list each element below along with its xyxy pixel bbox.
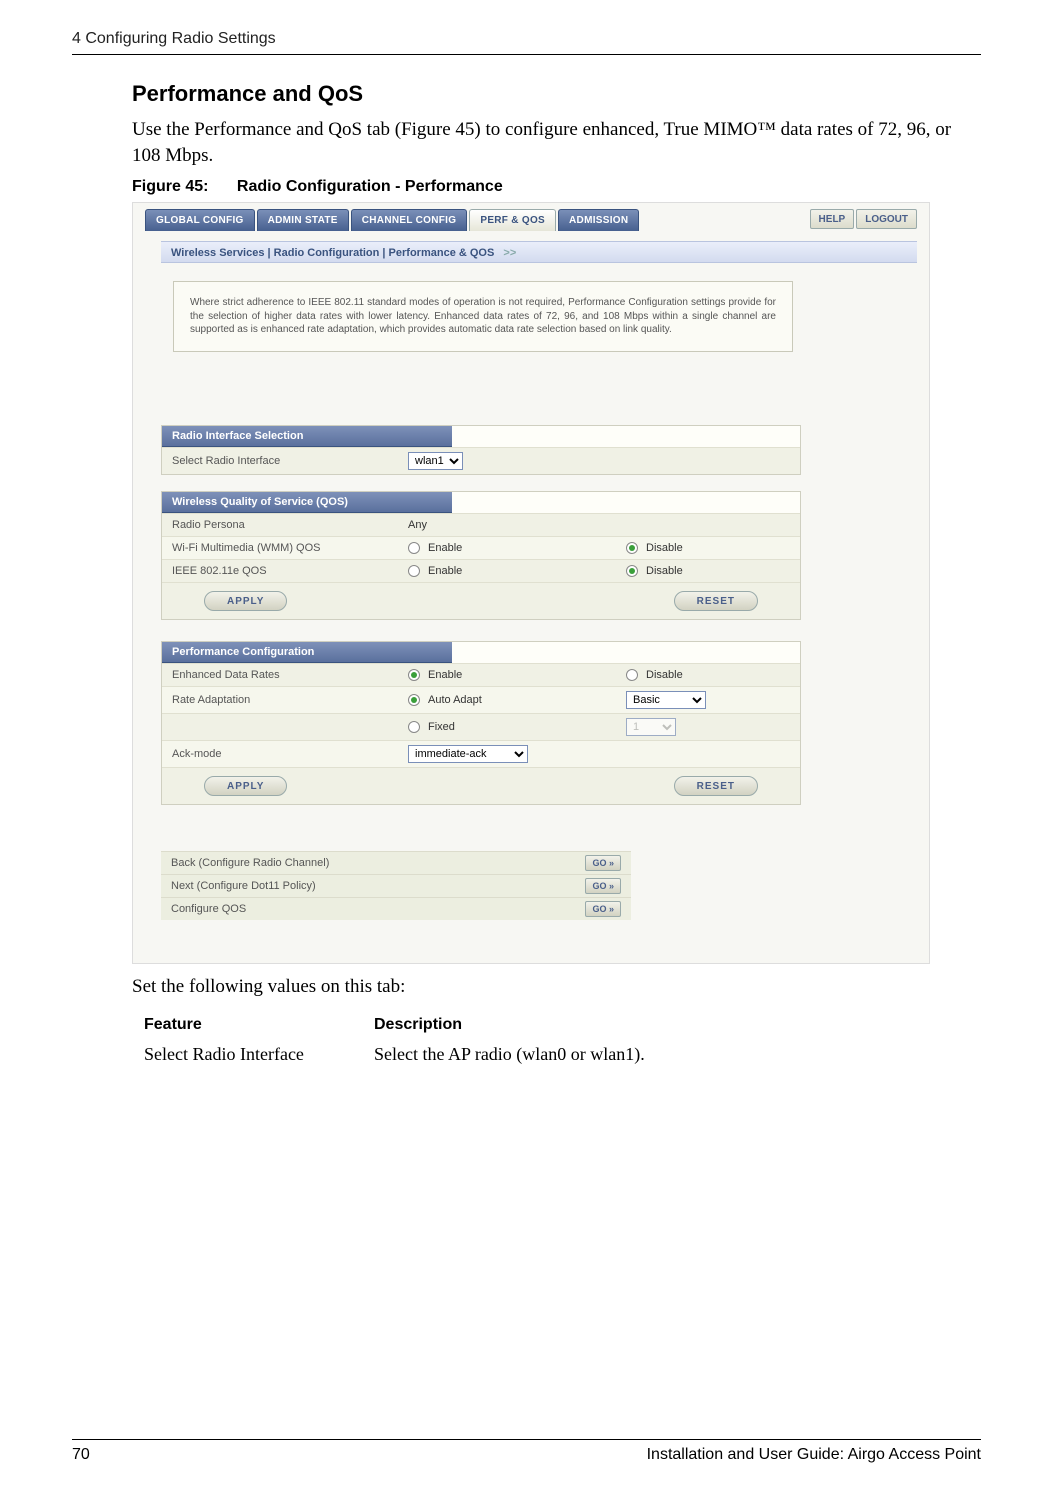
panel-header: Performance Configuration — [162, 642, 452, 663]
table-header-description: Description — [374, 1016, 462, 1034]
figure-caption: Figure 45: Radio Configuration - Perform… — [132, 178, 981, 196]
breadcrumb-text: Wireless Services | Radio Configuration … — [171, 247, 494, 259]
reset-button[interactable]: RESET — [674, 591, 758, 611]
page-footer: 70 Installation and User Guide: Airgo Ac… — [72, 1439, 981, 1464]
section-title: Performance and QoS — [132, 81, 981, 107]
radio-enable[interactable] — [408, 542, 420, 554]
row-label: IEEE 802.11e QOS — [162, 560, 402, 582]
nav-label: Configure QOS — [171, 903, 585, 915]
panel-header: Wireless Quality of Service (QOS) — [162, 492, 452, 513]
after-figure-text: Set the following values on this tab: — [132, 976, 981, 998]
rate-fixed-select: 1 — [626, 718, 676, 736]
figure-number: Figure 45: — [132, 178, 208, 195]
table-header-feature: Feature — [144, 1016, 374, 1034]
feature-table: Feature Description Select Radio Interfa… — [144, 1016, 981, 1065]
radio-label: Disable — [646, 669, 683, 681]
page-number: 70 — [72, 1446, 90, 1464]
header-rule — [72, 54, 981, 55]
description-box: Where strict adherence to IEEE 802.11 st… — [173, 281, 793, 352]
tab-global-config[interactable]: GLOBAL CONFIG — [145, 209, 255, 231]
tab-admin-state[interactable]: ADMIN STATE — [257, 209, 349, 231]
nav-row: Configure QOS GO » — [161, 897, 631, 920]
tab-bar: GLOBAL CONFIG ADMIN STATE CHANNEL CONFIG… — [145, 209, 917, 231]
radio-disable[interactable] — [626, 669, 638, 681]
radio-fixed[interactable] — [408, 721, 420, 733]
row-label: Enhanced Data Rates — [162, 664, 402, 686]
panel-header: Radio Interface Selection — [162, 426, 452, 447]
radio-label: Disable — [646, 565, 683, 577]
nav-row: Back (Configure Radio Channel) GO » — [161, 851, 631, 874]
go-button[interactable]: GO » — [585, 855, 621, 871]
panel-performance: Performance Configuration Enhanced Data … — [161, 641, 801, 805]
footer-title: Installation and User Guide: Airgo Acces… — [647, 1446, 981, 1464]
radio-disable[interactable] — [626, 542, 638, 554]
row-value: Any — [402, 515, 800, 535]
tab-perf-qos[interactable]: PERF & QOS — [469, 209, 556, 231]
row-label: Select Radio Interface — [162, 450, 402, 472]
panel-radio-selection: Radio Interface Selection Select Radio I… — [161, 425, 801, 475]
chevron-icon: >> — [503, 247, 516, 259]
radio-enable[interactable] — [408, 565, 420, 577]
reset-button[interactable]: RESET — [674, 776, 758, 796]
radio-interface-select[interactable]: wlan1 — [408, 452, 463, 470]
radio-label: Disable — [646, 542, 683, 554]
row-label: Wi-Fi Multimedia (WMM) QOS — [162, 537, 402, 559]
radio-disable[interactable] — [626, 565, 638, 577]
go-button[interactable]: GO » — [585, 901, 621, 917]
nav-label: Back (Configure Radio Channel) — [171, 857, 585, 869]
tab-channel-config[interactable]: CHANNEL CONFIG — [351, 209, 468, 231]
radio-label: Fixed — [428, 721, 455, 733]
tab-admission[interactable]: ADMISSION — [558, 209, 639, 231]
radio-enable[interactable] — [408, 669, 420, 681]
table-row: Select Radio Interface Select the AP rad… — [144, 1044, 981, 1065]
row-label — [162, 722, 402, 732]
ack-mode-select[interactable]: immediate-ack — [408, 745, 528, 763]
radio-auto-adapt[interactable] — [408, 694, 420, 706]
apply-button[interactable]: APPLY — [204, 591, 287, 611]
help-button[interactable]: HELP — [810, 209, 855, 229]
radio-label: Enable — [428, 669, 462, 681]
table-cell-description: Select the AP radio (wlan0 or wlan1). — [374, 1044, 645, 1065]
nav-row: Next (Configure Dot11 Policy) GO » — [161, 874, 631, 897]
logout-button[interactable]: LOGOUT — [856, 209, 917, 229]
go-button[interactable]: GO » — [585, 878, 621, 894]
figure-title: Radio Configuration - Performance — [237, 178, 503, 195]
embedded-screenshot: GLOBAL CONFIG ADMIN STATE CHANNEL CONFIG… — [132, 202, 930, 964]
table-cell-feature: Select Radio Interface — [144, 1044, 374, 1065]
rate-basic-select[interactable]: Basic — [626, 691, 706, 709]
row-label: Ack-mode — [162, 743, 402, 765]
nav-label: Next (Configure Dot11 Policy) — [171, 880, 585, 892]
row-label: Rate Adaptation — [162, 689, 402, 711]
apply-button[interactable]: APPLY — [204, 776, 287, 796]
breadcrumb: Wireless Services | Radio Configuration … — [161, 241, 917, 263]
row-label: Radio Persona — [162, 514, 402, 536]
nav-links: Back (Configure Radio Channel) GO » Next… — [161, 851, 631, 920]
chapter-header: 4 Configuring Radio Settings — [72, 30, 276, 48]
radio-label: Auto Adapt — [428, 694, 482, 706]
panel-qos: Wireless Quality of Service (QOS) Radio … — [161, 491, 801, 620]
section-intro: Use the Performance and QoS tab (Figure … — [132, 117, 981, 168]
radio-label: Enable — [428, 565, 462, 577]
radio-label: Enable — [428, 542, 462, 554]
